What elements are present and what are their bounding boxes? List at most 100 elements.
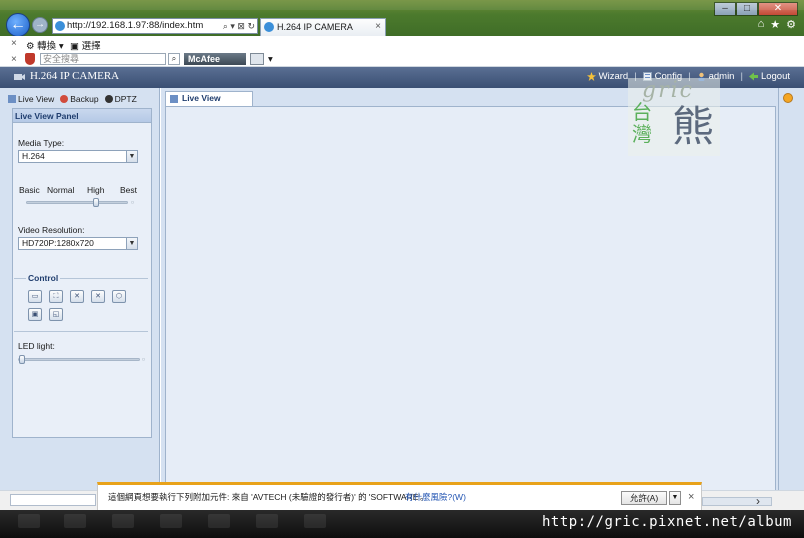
wizard-link[interactable]: Wizard — [586, 71, 628, 82]
fit-window-icon[interactable]: ◱ — [49, 308, 63, 321]
watermark-cjk-large: 熊 — [672, 103, 715, 150]
live-view-tab-icon — [170, 95, 178, 103]
risk-link[interactable]: 有什麼風險?(W) — [405, 485, 466, 509]
snapshot-icon[interactable]: ▭ — [28, 290, 42, 303]
forward-button[interactable]: → — [32, 17, 48, 33]
window-controls: – □ ✕ — [714, 2, 798, 16]
search-icon[interactable]: ⌕ — [168, 53, 180, 65]
quality-basic-label: Basic — [19, 185, 40, 195]
favorites-icon[interactable]: ★ — [770, 18, 780, 31]
ie-page-icon — [55, 21, 65, 31]
panel-title: Live View Panel — [13, 109, 151, 123]
ie-tab-icon — [264, 22, 274, 32]
chevron-down-icon: ▼ — [126, 238, 137, 249]
logout-icon — [748, 72, 758, 81]
watermark-cjk-small: 台灣 — [632, 102, 652, 146]
help-icon[interactable] — [783, 93, 793, 103]
convert-label: 轉換 — [37, 41, 57, 52]
address-bar[interactable]: http://192.168.1.97:88/index.htm ⌕ ▾ ⊠ ↻ — [52, 18, 258, 34]
address-text: http://192.168.1.97:88/index.htm — [67, 20, 204, 31]
media-type-label: Media Type: — [18, 138, 65, 148]
taskbar-item[interactable] — [64, 514, 86, 528]
settings-gear-icon[interactable]: ⚙ — [786, 18, 796, 31]
mute-icon[interactable]: ✕ — [70, 290, 84, 303]
tab-live-view-main[interactable]: Live View — [165, 91, 253, 106]
media-type-select[interactable]: H.264 ▼ — [18, 150, 138, 163]
close-window-button[interactable]: ✕ — [758, 2, 798, 16]
mcafee-button[interactable]: McAfee — [184, 53, 246, 65]
taskbar-item[interactable] — [208, 514, 230, 528]
tab-dptz[interactable]: DPTZ — [104, 92, 137, 106]
right-sidebar — [778, 88, 804, 510]
led-slider-end-mark: ▫ — [142, 354, 146, 364]
chevron-down-icon[interactable]: ▾ — [268, 54, 273, 65]
tab-title: H.264 IP CAMERA — [277, 22, 353, 32]
taskbar-item[interactable] — [304, 514, 326, 528]
minimize-button[interactable]: – — [714, 2, 736, 16]
allow-dropdown-button[interactable]: ▼ — [669, 491, 681, 505]
site-advisor-icon[interactable] — [250, 53, 264, 65]
wizard-icon — [586, 72, 596, 81]
led-light-slider[interactable] — [18, 355, 140, 364]
allow-button[interactable]: 允許(A) — [621, 491, 667, 505]
tab-close-icon[interactable]: × — [375, 19, 381, 35]
footer-url: http://gric.pixnet.net/album — [541, 514, 792, 530]
left-sidebar: Live View Backup DPTZ Live View Panel Me… — [0, 88, 160, 510]
control-group: Control ▭ ⛶ ✕ ✕ ⬡ ▣ ◱ — [14, 273, 148, 332]
media-type-value: H.264 — [22, 151, 45, 161]
taskbar-item[interactable] — [112, 514, 134, 528]
live-view-icon — [8, 95, 16, 103]
horizontal-scrollbar[interactable] — [702, 497, 772, 506]
bottom-input[interactable] — [10, 494, 96, 506]
watermark-latin: gric — [642, 78, 694, 103]
chevron-right-icon[interactable]: › — [756, 494, 760, 508]
taskbar-item[interactable] — [160, 514, 182, 528]
quality-slider[interactable] — [26, 198, 128, 207]
select-label: 選擇 — [81, 41, 101, 52]
maximize-button[interactable]: □ — [736, 2, 758, 16]
live-video-area[interactable] — [165, 106, 776, 510]
record-icon[interactable]: ⬡ — [112, 290, 126, 303]
tab-live-view-label: Live View — [18, 94, 55, 104]
resolution-select[interactable]: HD720P:1280x720 ▼ — [18, 237, 138, 250]
mcafee-toolbar: × 安全搜尋 ⌕ McAfee ▾ — [0, 52, 804, 67]
notification-close-icon[interactable]: × — [688, 485, 694, 509]
toolbar2-close-icon[interactable]: × — [11, 54, 17, 65]
resolution-label: Video Resolution: — [18, 225, 85, 235]
chevron-down-icon: ▼ — [126, 151, 137, 162]
back-button[interactable]: ← — [6, 13, 30, 37]
convert-button[interactable]: ⚙ 轉換 ▾ — [26, 38, 64, 52]
backup-icon — [60, 95, 69, 103]
select-button[interactable]: ▣ 選擇 — [70, 38, 101, 52]
quality-slider-thumb[interactable] — [93, 198, 99, 207]
logout-link[interactable]: Logout — [748, 71, 790, 82]
toolbar-close-icon[interactable]: × — [11, 38, 17, 49]
quality-high-label: High — [87, 185, 105, 195]
app-title: H.264 IP CAMERA — [30, 70, 120, 82]
watermark-logo: gric 台灣 熊 — [628, 78, 720, 156]
mic-off-icon[interactable]: ✕ — [91, 290, 105, 303]
select-icon: ▣ — [70, 41, 79, 52]
taskbar-item[interactable] — [18, 514, 40, 528]
led-light-label: LED light: — [18, 341, 55, 351]
window-size-icon[interactable]: ▣ — [28, 308, 42, 321]
tab-live-view[interactable]: Live View — [8, 92, 54, 106]
shield-icon — [25, 53, 35, 65]
fullscreen-icon[interactable]: ⛶ — [49, 290, 63, 303]
home-icon[interactable]: ⌂ — [758, 18, 765, 31]
control-legend: Control — [26, 273, 61, 283]
browser-tab[interactable]: H.264 IP CAMERA × — [260, 18, 386, 36]
resolution-value: HD720P:1280x720 — [22, 238, 94, 248]
dptz-camera-icon — [104, 95, 113, 103]
mcafee-label: McAfee — [188, 54, 221, 64]
addon-notification-bar: 這個網頁想要執行下列附加元件: 來自 'AVTECH (未驗證的發行者)' 的 … — [97, 482, 702, 512]
safe-search-input[interactable]: 安全搜尋 — [40, 53, 166, 65]
sidebar-tabs: Live View Backup DPTZ — [8, 92, 137, 106]
taskbar-item[interactable] — [256, 514, 278, 528]
convert-icon: ⚙ — [26, 41, 35, 52]
quality-best-label: Best — [120, 185, 138, 195]
tab-backup[interactable]: Backup — [60, 92, 99, 106]
header-separator: | — [740, 71, 743, 82]
address-tools[interactable]: ⌕ ▾ ⊠ ↻ — [223, 19, 255, 33]
led-slider-thumb[interactable] — [19, 355, 25, 364]
